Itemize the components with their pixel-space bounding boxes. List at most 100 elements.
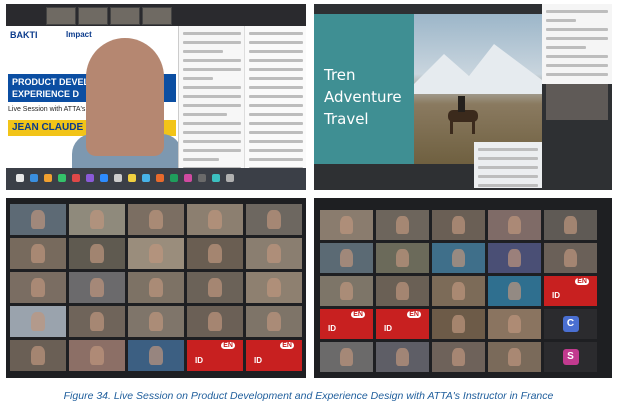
app-icon[interactable] — [114, 174, 122, 182]
participant-tile[interactable] — [320, 276, 373, 306]
participant-tile[interactable] — [187, 204, 243, 235]
participant-video — [31, 210, 45, 229]
participant-video — [149, 278, 163, 297]
participant-video — [149, 312, 163, 331]
participant-video — [564, 216, 577, 234]
participant-tile[interactable]: EN ID — [246, 340, 302, 371]
slide-title: Tren Adventure Travel — [324, 64, 402, 130]
participant-tile[interactable] — [376, 342, 429, 372]
app-icon[interactable] — [72, 174, 80, 182]
participant-tile[interactable] — [376, 210, 429, 240]
participant-tile[interactable] — [488, 342, 541, 372]
chat-panel[interactable] — [178, 26, 245, 170]
participant-video — [31, 346, 45, 365]
participant-video — [31, 244, 45, 263]
participant-tile[interactable] — [488, 309, 541, 339]
participant-tile[interactable] — [320, 342, 373, 372]
participant-tile[interactable] — [432, 243, 485, 273]
language-badge: EN — [575, 278, 589, 285]
chat-panel[interactable] — [542, 4, 612, 84]
participant-tile[interactable]: EN ID — [544, 276, 597, 306]
participant-tile[interactable] — [69, 238, 125, 269]
participant-tile[interactable] — [246, 272, 302, 303]
participant-tile[interactable] — [246, 306, 302, 337]
app-icon[interactable] — [156, 174, 164, 182]
participant-thumbnail[interactable] — [78, 7, 108, 25]
participant-tile[interactable] — [128, 272, 184, 303]
participant-video — [340, 216, 353, 234]
participant-tile[interactable] — [187, 306, 243, 337]
participant-tile[interactable]: EN ID — [320, 309, 373, 339]
gallery-view-left: EN ID EN ID — [6, 198, 306, 378]
participant-tile[interactable] — [320, 243, 373, 273]
app-icon[interactable] — [44, 174, 52, 182]
participant-video — [149, 244, 163, 263]
participant-tile[interactable] — [432, 309, 485, 339]
participant-tile[interactable]: S — [544, 342, 597, 372]
participant-tile[interactable]: C — [544, 309, 597, 339]
app-icon[interactable] — [128, 174, 136, 182]
participant-tile[interactable] — [128, 306, 184, 337]
app-dock — [6, 168, 306, 190]
participant-tile[interactable] — [10, 238, 66, 269]
participant-tile[interactable] — [69, 272, 125, 303]
participant-video — [149, 210, 163, 229]
participant-thumbnail[interactable] — [142, 7, 172, 25]
app-icon[interactable] — [30, 174, 38, 182]
participant-tile[interactable] — [488, 210, 541, 240]
participant-tile[interactable] — [376, 243, 429, 273]
zoom-icon[interactable] — [100, 174, 108, 182]
participant-tile[interactable] — [187, 238, 243, 269]
participant-tile[interactable] — [10, 204, 66, 235]
participant-tile[interactable] — [10, 272, 66, 303]
participant-tile[interactable] — [544, 210, 597, 240]
participant-tile[interactable] — [128, 204, 184, 235]
finder-icon[interactable] — [16, 174, 24, 182]
app-icon[interactable] — [170, 174, 178, 182]
participant-thumbnail[interactable] — [110, 7, 140, 25]
app-icon[interactable] — [198, 174, 206, 182]
participant-tile[interactable] — [432, 342, 485, 372]
brand-logo: BAKTI — [10, 30, 38, 40]
slide-title-line: Adventure — [324, 88, 402, 106]
app-icon[interactable] — [184, 174, 192, 182]
participant-tile[interactable] — [128, 340, 184, 371]
app-icon[interactable] — [142, 174, 150, 182]
participant-video — [452, 216, 465, 234]
participant-tile[interactable] — [69, 204, 125, 235]
participant-tile[interactable] — [488, 243, 541, 273]
participant-video — [90, 210, 104, 229]
participant-tile[interactable] — [10, 306, 66, 337]
slide-subtitle: Live Session with ATTA's Inst — [8, 106, 99, 113]
participant-tile[interactable] — [10, 340, 66, 371]
trash-icon[interactable] — [226, 174, 234, 182]
figure-caption: Figure 34. Live Session on Product Devel… — [63, 390, 554, 402]
participant-tile[interactable]: EN ID — [376, 309, 429, 339]
participant-tile[interactable] — [187, 272, 243, 303]
participant-tile[interactable] — [128, 238, 184, 269]
language-label: ID — [328, 324, 336, 333]
participant-video — [508, 348, 521, 366]
app-icon[interactable] — [86, 174, 94, 182]
participant-tile[interactable] — [488, 276, 541, 306]
participant-tile[interactable] — [246, 238, 302, 269]
participant-tile[interactable]: EN ID — [187, 340, 243, 371]
participant-tile[interactable] — [69, 306, 125, 337]
app-icon[interactable] — [212, 174, 220, 182]
participant-tile[interactable] — [432, 276, 485, 306]
participant-thumbnail[interactable] — [46, 7, 76, 25]
participants-panel[interactable] — [244, 26, 306, 170]
participant-tile[interactable] — [376, 276, 429, 306]
participant-video — [452, 315, 465, 333]
participant-tile[interactable] — [246, 204, 302, 235]
language-label: ID — [254, 356, 262, 365]
participant-tile[interactable] — [69, 340, 125, 371]
participant-tile[interactable] — [544, 243, 597, 273]
participant-tile[interactable] — [320, 210, 373, 240]
participant-tile[interactable] — [432, 210, 485, 240]
app-icon[interactable] — [58, 174, 66, 182]
language-badge: EN — [351, 311, 365, 318]
shared-slide-screenshot: Tren Adventure Travel — [314, 4, 612, 190]
participants-panel[interactable] — [474, 142, 542, 188]
participant-video — [340, 249, 353, 267]
